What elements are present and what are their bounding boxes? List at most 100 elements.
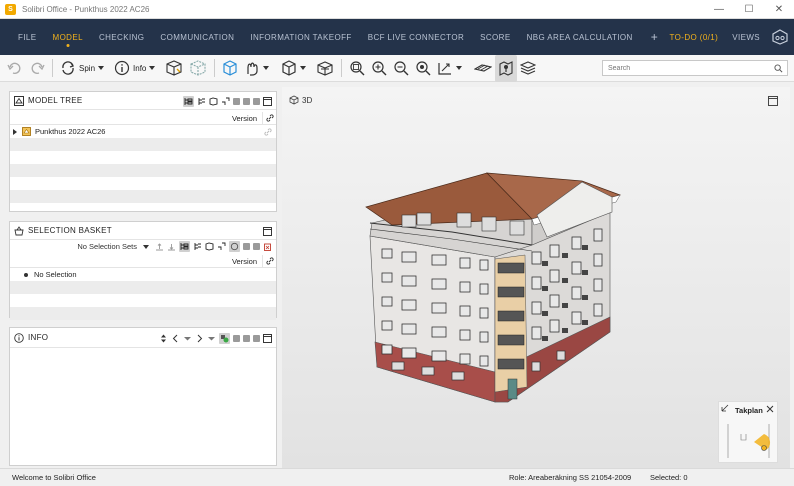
info-title: INFO	[28, 333, 49, 342]
measure-button[interactable]	[434, 55, 465, 82]
view-mode-dropdown-icon[interactable]	[300, 66, 307, 70]
component-view-icon[interactable]	[205, 242, 214, 251]
menu-information-takeoff[interactable]: INFORMATION TAKEOFF	[242, 19, 359, 55]
maximize-panel-icon[interactable]	[263, 333, 272, 343]
panel-action-icon[interactable]	[243, 334, 250, 342]
search-field[interactable]	[602, 60, 788, 76]
dropdown-icon[interactable]	[207, 334, 216, 343]
expand-arrow-icon[interactable]	[13, 128, 17, 135]
close-icon[interactable]	[766, 405, 774, 413]
slice-button[interactable]	[471, 55, 495, 82]
maximize-panel-icon[interactable]	[263, 96, 272, 106]
spin-dropdown-icon[interactable]	[98, 66, 105, 70]
version-column-header[interactable]: Version	[232, 111, 263, 125]
info-header: INFO	[10, 328, 276, 348]
clear-up-icon[interactable]	[155, 242, 164, 251]
selection-sets-dropdown[interactable]: No Selection Sets	[77, 242, 137, 251]
search-icon	[774, 64, 783, 73]
zoom-in-button[interactable]	[368, 55, 390, 82]
delete-selection-icon[interactable]	[263, 242, 272, 251]
measure-dropdown-icon[interactable]	[456, 66, 463, 70]
previous-icon[interactable]	[171, 334, 180, 343]
panel-action-icon[interactable]	[243, 97, 250, 105]
layers-button[interactable]	[517, 55, 539, 82]
redo-button[interactable]	[26, 55, 48, 82]
building-model[interactable]	[282, 87, 790, 468]
views-button[interactable]: VIEWS	[726, 33, 766, 42]
map-pin-icon	[499, 61, 513, 76]
link-icon[interactable]	[263, 257, 276, 265]
location-view-icon[interactable]	[221, 97, 230, 106]
info-dropdown-icon[interactable]	[149, 66, 156, 70]
tree-view-icon[interactable]	[197, 97, 206, 106]
zoom-to-fit-button[interactable]	[346, 55, 368, 82]
hide-object-button[interactable]	[162, 55, 186, 82]
dropdown-icon[interactable]	[183, 334, 192, 343]
menu-nbg-area-calculation[interactable]: NBG AREA CALCULATION	[519, 19, 641, 55]
undo-icon	[7, 62, 21, 74]
maximize-button[interactable]: ☐	[734, 0, 764, 19]
menu-model[interactable]: MODEL	[45, 19, 91, 55]
select-by-tool-button[interactable]	[241, 55, 272, 82]
tree-view-icon[interactable]	[193, 242, 202, 251]
layers-icon	[520, 61, 537, 75]
empty-row	[10, 307, 276, 320]
version-column-header[interactable]: Version	[232, 254, 263, 268]
collapse-arrow-icon[interactable]	[721, 404, 729, 412]
tree-row[interactable]: Punkthus 2022 AC26	[10, 125, 276, 138]
status-role: Role: Areaberäkning SS 21054-2009	[509, 473, 632, 482]
zoom-out-button[interactable]	[390, 55, 412, 82]
select-dropdown-icon[interactable]	[263, 66, 270, 70]
menu-bcf-live-connector[interactable]: BCF LIVE CONNECTOR	[360, 19, 472, 55]
view-mode-button[interactable]	[278, 55, 309, 82]
location-view-icon[interactable]	[217, 242, 226, 251]
menu-score[interactable]: SCORE	[472, 19, 518, 55]
menu-checking[interactable]: CHECKING	[91, 19, 152, 55]
hierarchy-view-icon[interactable]	[179, 241, 190, 252]
list-item[interactable]: No Selection	[10, 268, 276, 281]
minimize-button[interactable]: —	[704, 0, 734, 19]
panel-action-icon[interactable]	[233, 97, 240, 105]
maximize-panel-icon[interactable]	[263, 226, 272, 236]
panel-action-icon[interactable]	[233, 334, 240, 342]
floor-plan-button[interactable]	[495, 54, 518, 82]
clear-down-icon[interactable]	[167, 242, 176, 251]
isolate-button[interactable]	[219, 55, 241, 82]
todo-button[interactable]: TO-DO (0/1)	[662, 33, 727, 42]
sort-icon[interactable]	[159, 334, 168, 343]
menu-communication[interactable]: COMMUNICATION	[152, 19, 242, 55]
zoom-selected-icon	[416, 61, 431, 76]
info-button[interactable]: Info	[111, 55, 158, 82]
close-button[interactable]: ✕	[764, 0, 794, 19]
selection-basket-panel: SELECTION BASKET No Selection Sets Versi…	[9, 221, 277, 320]
zoom-out-icon	[394, 61, 409, 76]
hierarchy-view-icon[interactable]	[183, 95, 194, 107]
search-input[interactable]	[603, 64, 768, 72]
selection-sets-dropdown-icon[interactable]	[143, 244, 149, 249]
floor-plan-map[interactable]	[724, 420, 774, 460]
isolate-selection-icon[interactable]	[229, 241, 240, 252]
panel-action-icon[interactable]	[253, 97, 260, 105]
panel-action-icon[interactable]	[253, 243, 260, 250]
section-box-button[interactable]	[313, 55, 337, 82]
transparency-button[interactable]	[186, 55, 210, 82]
panel-action-icon[interactable]	[243, 243, 250, 250]
3d-viewport[interactable]: 3D Takplan	[282, 87, 790, 468]
toolbar-divider	[52, 59, 53, 77]
link-icon[interactable]	[263, 114, 276, 122]
measure-icon	[438, 63, 452, 75]
panel-action-icon[interactable]	[253, 334, 260, 342]
menu-file[interactable]: FILE	[10, 19, 45, 55]
takplan-minimap[interactable]: Takplan	[718, 401, 778, 463]
takplan-title: Takplan	[735, 406, 763, 415]
spin-button[interactable]: Spin	[57, 55, 107, 82]
tree-row-label: Punkthus 2022 AC26	[35, 127, 106, 136]
next-icon[interactable]	[195, 334, 204, 343]
spin-label: Spin	[79, 63, 96, 73]
transparent-box-icon	[190, 60, 206, 76]
info-mode-icon[interactable]	[219, 332, 230, 344]
undo-button[interactable]	[4, 55, 26, 82]
views-icon[interactable]	[766, 19, 794, 55]
zoom-selected-button[interactable]	[412, 55, 434, 82]
component-view-icon[interactable]	[209, 97, 218, 106]
